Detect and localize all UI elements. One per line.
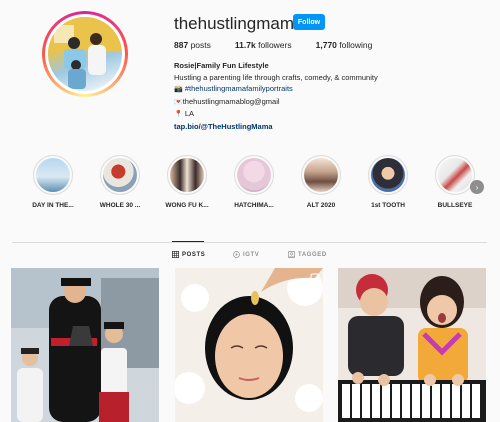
profile-stats: 887 posts 11.7k followers 1,770 followin…: [174, 40, 372, 50]
bio-location: LA: [184, 109, 194, 118]
profile-username: thehustlingmama: [174, 14, 304, 33]
tab-label: POSTS: [182, 251, 206, 258]
tab-posts[interactable]: POSTS: [172, 251, 205, 258]
bio-hashtag[interactable]: #thehustlingmamafamilyportraits: [185, 84, 293, 93]
highlight-cover: [371, 158, 405, 192]
post-thumbnail[interactable]: [338, 268, 486, 422]
profile-avatar[interactable]: [42, 11, 128, 97]
profile-bio: Rosie|Family Fun Lifestyle Hustling a pa…: [174, 60, 378, 132]
highlight-cover: [237, 158, 271, 192]
highlight-label: HATCHIMA...: [234, 202, 274, 209]
highlight-item[interactable]: WHOLE 30 ...: [97, 155, 143, 209]
story-highlights: DAY IN THE... WHOLE 30 ... WONG FU K... …: [24, 155, 494, 215]
highlight-label: ALT 2020: [306, 202, 336, 209]
stat-followers[interactable]: 11.7k followers: [235, 40, 292, 50]
highlight-cover: [103, 158, 137, 192]
grid-icon: [172, 251, 179, 258]
tabs-divider: [12, 242, 487, 243]
highlight-item[interactable]: DAY IN THE...: [30, 155, 76, 209]
igtv-icon: [233, 251, 240, 258]
bio-link[interactable]: tap.bio/@TheHustlingMama: [174, 121, 378, 133]
highlight-cover: [36, 158, 70, 192]
avatar-photo: [48, 17, 122, 91]
pin-icon: 📍: [174, 111, 183, 118]
tab-igtv[interactable]: IGTV: [233, 251, 259, 258]
highlight-label: WONG FU K...: [165, 202, 209, 209]
post-image: [338, 268, 486, 422]
post-thumbnail[interactable]: [11, 268, 159, 422]
highlight-label: BULLSEYE: [437, 202, 473, 209]
post-image: [11, 268, 159, 422]
highlight-label: 1st TOOTH: [371, 202, 405, 209]
highlight-item[interactable]: 1st TOOTH: [365, 155, 411, 209]
follow-button[interactable]: Follow: [293, 14, 325, 30]
highlight-label: DAY IN THE...: [32, 202, 74, 209]
highlight-cover: [304, 158, 338, 192]
tab-label: TAGGED: [298, 251, 327, 258]
highlight-label: WHOLE 30 ...: [99, 202, 141, 209]
active-tab-indicator: [172, 241, 204, 242]
post-image: [175, 268, 323, 422]
highlight-item[interactable]: WONG FU K...: [164, 155, 210, 209]
highlight-item[interactable]: HATCHIMA...: [231, 155, 277, 209]
bio-line: Hustling a parenting life through crafts…: [174, 72, 378, 82]
highlight-cover: [170, 158, 204, 192]
bio-email: thehustlingmamablog@gmail: [182, 96, 280, 106]
love-letter-icon: 💌: [174, 98, 183, 106]
camera-icon: 📸: [174, 86, 183, 93]
stat-posts: 887 posts: [174, 40, 211, 50]
highlights-next-arrow-icon[interactable]: ›: [470, 180, 484, 194]
post-thumbnail[interactable]: [175, 268, 323, 422]
highlight-item[interactable]: ALT 2020: [298, 155, 344, 209]
tab-tagged[interactable]: TAGGED: [288, 251, 327, 258]
tag-icon: [288, 251, 295, 258]
tab-label: IGTV: [243, 251, 260, 258]
bio-name: Rosie|Family Fun Lifestyle: [174, 61, 269, 70]
highlight-cover: [438, 158, 472, 192]
stat-following[interactable]: 1,770 following: [316, 40, 373, 50]
